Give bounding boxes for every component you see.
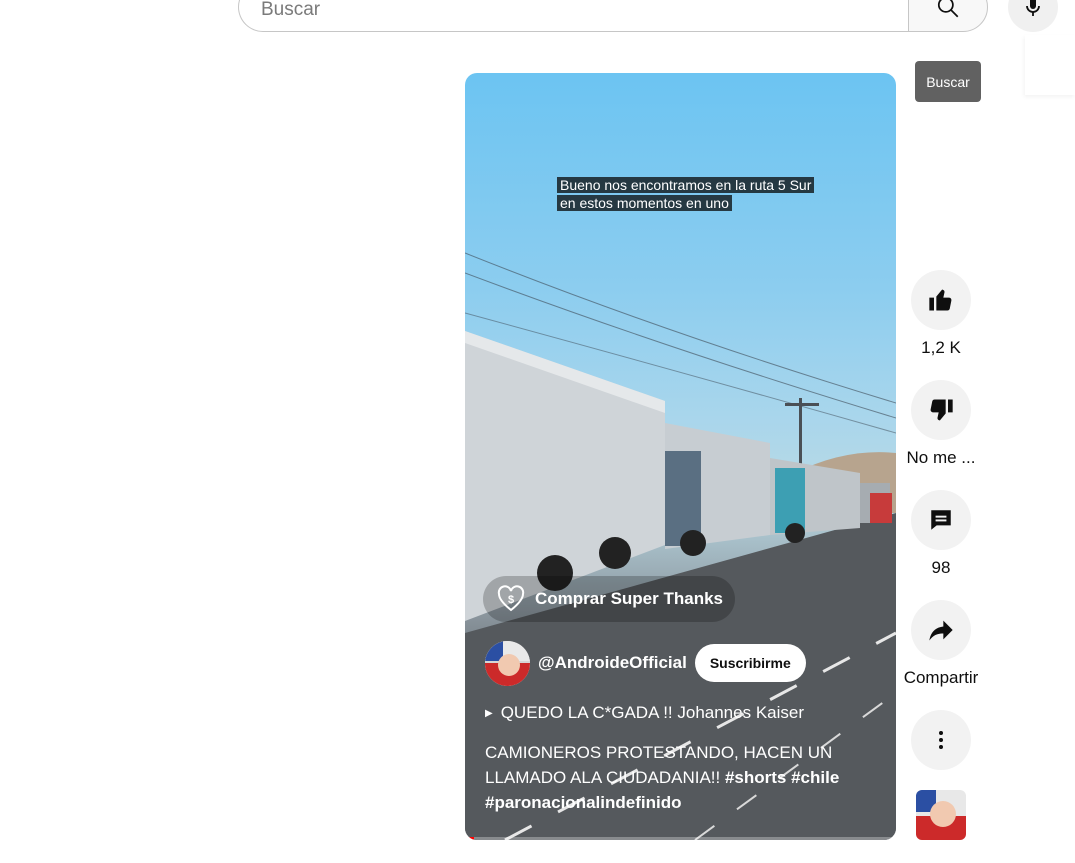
subscribe-button[interactable]: Suscribirme bbox=[694, 644, 806, 682]
video-description[interactable]: CAMIONEROS PROTESTANDO, HACEN UN LLAMADO… bbox=[485, 740, 855, 815]
search-icon bbox=[937, 0, 959, 18]
comments-count: 98 bbox=[931, 558, 951, 577]
sound-thumbnail-image bbox=[916, 790, 966, 840]
share-button[interactable] bbox=[911, 600, 971, 660]
dislike-action: No me ... bbox=[900, 380, 982, 468]
channel-avatar[interactable] bbox=[485, 640, 530, 686]
super-thanks-label: Comprar Super Thanks bbox=[535, 589, 723, 608]
super-thanks-icon: $ bbox=[497, 585, 525, 612]
more-action bbox=[900, 710, 982, 770]
sound-link[interactable]: ▶ QUEDO LA C*GADA !! Johannes Kaiser bbox=[485, 703, 804, 723]
caption-line-1: Bueno nos encontramos en la ruta 5 Sur bbox=[557, 177, 815, 193]
thumbs-down-icon bbox=[930, 399, 953, 421]
more-options-button[interactable] bbox=[911, 710, 971, 770]
header-edge bbox=[1025, 35, 1075, 95]
dislike-label: No me ... bbox=[906, 448, 976, 467]
progress-bar[interactable] bbox=[465, 837, 896, 840]
shorts-video-player[interactable]: Bueno nos encontramos en la ruta 5 Sur e… bbox=[465, 73, 896, 840]
like-button[interactable] bbox=[911, 270, 971, 330]
channel-row: @AndroideOfficial Suscribirme bbox=[485, 640, 806, 686]
super-thanks-button[interactable]: $ Comprar Super Thanks bbox=[483, 576, 735, 622]
more-vert-icon bbox=[939, 731, 943, 749]
comments-button[interactable] bbox=[911, 490, 971, 550]
thumbs-up-icon bbox=[929, 289, 952, 311]
comment-icon bbox=[931, 510, 951, 530]
video-caption: Bueno nos encontramos en la ruta 5 Sur e… bbox=[557, 176, 819, 212]
search-tooltip: Buscar bbox=[915, 61, 981, 102]
comments-action: 98 bbox=[900, 490, 982, 578]
voice-search-button[interactable] bbox=[1008, 0, 1058, 32]
share-label: Compartir bbox=[903, 668, 979, 687]
caption-line-2: en estos momentos en uno bbox=[557, 195, 732, 211]
search-input[interactable] bbox=[259, 0, 863, 29]
search-button[interactable] bbox=[908, 0, 988, 32]
dislike-button[interactable] bbox=[911, 380, 971, 440]
sound-title: QUEDO LA C*GADA !! Johannes Kaiser bbox=[500, 703, 805, 722]
play-triangle-icon: ▶ bbox=[485, 707, 493, 719]
like-count: 1,2 K bbox=[921, 338, 961, 357]
progress-fill bbox=[465, 837, 474, 840]
share-icon bbox=[929, 620, 953, 641]
like-action: 1,2 K bbox=[900, 270, 982, 358]
avatar-image bbox=[485, 640, 530, 686]
share-action: Compartir bbox=[900, 600, 982, 688]
mic-icon bbox=[1026, 0, 1040, 16]
channel-handle[interactable]: @AndroideOfficial bbox=[538, 653, 687, 673]
search-box[interactable] bbox=[238, 0, 908, 32]
svg-text:$: $ bbox=[508, 594, 514, 606]
sound-thumbnail[interactable] bbox=[916, 790, 966, 840]
